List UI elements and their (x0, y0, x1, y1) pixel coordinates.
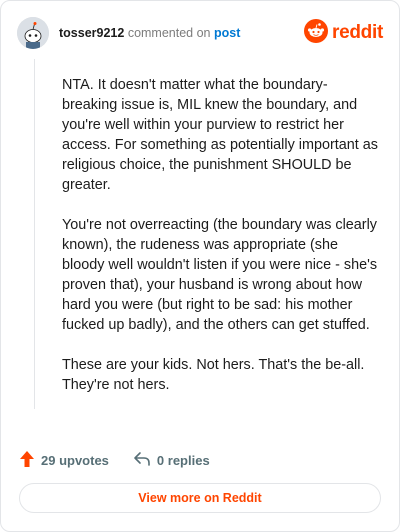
comment-meta: tosser9212 commented on post (59, 25, 240, 41)
commented-on-label: commented on (127, 26, 211, 40)
reply-arrow-icon (133, 451, 157, 470)
comment-paragraph: You're not overreacting (the boundary wa… (62, 217, 378, 333)
comment-embed-card: tosser9212 commented on post reddit NTA.… (0, 0, 400, 532)
upvote-button[interactable]: 29 upvotes (19, 450, 109, 471)
comment-paragraph: NTA. It doesn't matter what the boundary… (62, 77, 378, 193)
thread-line (34, 59, 35, 409)
comment-header: tosser9212 commented on post reddit (17, 15, 383, 51)
upvote-arrow-icon (19, 450, 41, 471)
upvote-count: 29 upvotes (41, 452, 109, 468)
username-link[interactable]: tosser9212 (59, 26, 124, 40)
reddit-brand[interactable]: reddit (304, 18, 383, 48)
comment-body: NTA. It doesn't matter what the boundary… (62, 75, 378, 415)
post-link[interactable]: post (214, 26, 240, 40)
reply-count: 0 replies (156, 452, 210, 468)
comment-actions: 29 upvotes 0 replies (19, 450, 210, 470)
snoo-avatar-icon[interactable] (17, 17, 49, 49)
reddit-wordmark: reddit (332, 22, 383, 43)
comment-paragraph: These are your kids. Not hers. That's th… (62, 357, 365, 393)
reddit-logo-icon (304, 18, 329, 48)
reply-button[interactable]: 0 replies (133, 451, 210, 470)
view-more-button[interactable]: View more on Reddit (19, 483, 381, 513)
